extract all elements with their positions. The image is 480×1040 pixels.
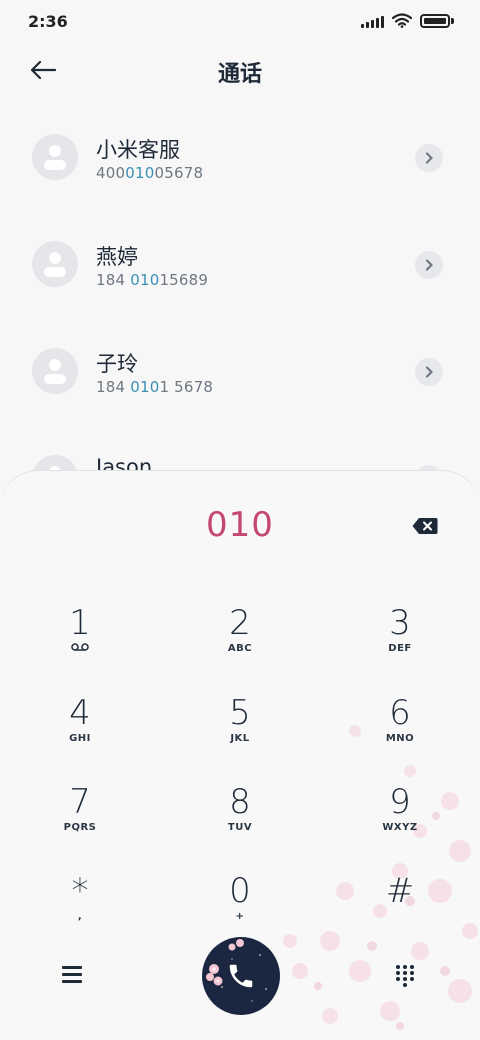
backspace-icon — [412, 518, 438, 534]
key-6[interactable]: 6 MNO — [350, 693, 450, 765]
contact-row[interactable]: 燕婷 184 01015689 — [0, 217, 480, 313]
key-digit: 0 — [229, 871, 251, 911]
dialed-number: 010 — [206, 505, 274, 545]
key-digit: # — [385, 871, 415, 911]
key-0[interactable]: 0 + — [190, 871, 290, 943]
call-button[interactable] — [202, 937, 280, 1015]
battery-icon — [420, 13, 454, 28]
key-letters: MNO — [385, 733, 415, 744]
signal-icon — [361, 14, 384, 28]
key-letters: ABC — [227, 643, 253, 654]
key-digit: 5 — [229, 693, 251, 733]
key-digit: * — [71, 871, 89, 911]
contact-number: 40001005678 — [96, 164, 204, 182]
menu-button[interactable] — [62, 965, 86, 985]
key-digit: 2 — [229, 603, 251, 643]
key-letters: , — [77, 911, 83, 922]
key-4[interactable]: 4 GHI — [30, 693, 130, 765]
key-3[interactable]: 3 DEF — [350, 603, 450, 675]
keypad-toggle[interactable] — [396, 965, 418, 987]
contact-detail-button[interactable] — [415, 251, 443, 279]
contact-name: 子玲 — [96, 352, 138, 376]
key-9[interactable]: 9 WXYZ — [350, 782, 450, 854]
voicemail-icon — [71, 643, 89, 651]
contact-detail-button[interactable] — [415, 358, 443, 386]
key-digit: 6 — [389, 693, 411, 733]
menu-icon — [62, 966, 82, 969]
key-letters: TUV — [227, 822, 253, 833]
chevron-right-icon — [425, 366, 433, 378]
key-digit: 3 — [389, 603, 411, 643]
status-time: 2:36 — [28, 12, 68, 31]
key-letters: + — [235, 911, 245, 922]
backspace-button[interactable] — [412, 517, 440, 537]
phone-icon — [229, 964, 253, 988]
contact-detail-button[interactable] — [415, 144, 443, 172]
key-letters: PQRS — [63, 822, 97, 833]
contact-number: 184 0101 5678 — [96, 378, 214, 396]
key-2[interactable]: 2 ABC — [190, 603, 290, 675]
key-letters: JKL — [230, 733, 250, 744]
key-digit: 1 — [69, 603, 91, 643]
key-digit: 9 — [389, 782, 411, 822]
key-5[interactable]: 5 JKL — [190, 693, 290, 765]
contact-name: 燕婷 — [96, 245, 138, 269]
chevron-right-icon — [425, 259, 433, 271]
chevron-right-icon — [425, 152, 433, 164]
key-1[interactable]: 1 — [30, 603, 130, 675]
key-digit: 4 — [69, 693, 91, 733]
number-match: 010 — [130, 378, 160, 396]
key-7[interactable]: 7 PQRS — [30, 782, 130, 854]
page-title: 通话 — [217, 62, 262, 87]
key-letters: WXYZ — [382, 822, 418, 833]
key-8[interactable]: 8 TUV — [190, 782, 290, 854]
wifi-icon — [392, 13, 412, 28]
key-hash[interactable]: # — [350, 871, 450, 943]
key-digit: 8 — [229, 782, 251, 822]
key-letters: GHI — [69, 733, 91, 744]
avatar — [32, 348, 78, 394]
key-letters: DEF — [388, 643, 412, 654]
key-star[interactable]: * , — [30, 871, 130, 943]
status-bar: 2:36 — [0, 0, 480, 42]
status-icons — [361, 13, 454, 28]
avatar — [32, 241, 78, 287]
dial-panel: 010 1 2 ABC 3 DEF 4 GHI 5 JKL 6 MNO 7 PQ… — [0, 470, 480, 1040]
contact-name: 小米客服 — [96, 138, 180, 162]
contact-row[interactable]: 小米客服 40001005678 — [0, 110, 480, 206]
avatar — [32, 134, 78, 180]
contact-row[interactable]: 子玲 184 0101 5678 — [0, 324, 480, 420]
number-match: 010 — [130, 271, 160, 289]
key-digit: 7 — [69, 782, 91, 822]
number-match: 010 — [125, 164, 155, 182]
contact-number: 184 01015689 — [96, 271, 209, 289]
